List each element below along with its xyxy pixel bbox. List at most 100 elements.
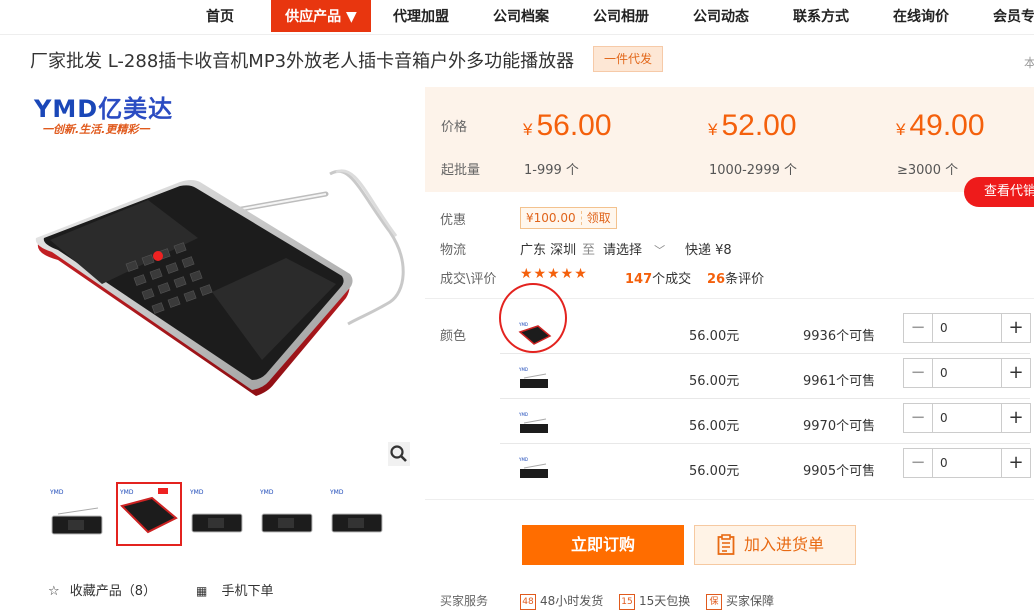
decrement-button[interactable]: − xyxy=(904,404,933,432)
variant-row: YMD 56.00元 9936个可售 − 0 + xyxy=(500,310,1034,354)
quantity-input[interactable]: 0 xyxy=(940,359,948,387)
service-item[interactable]: 15 15天包换 xyxy=(619,592,690,610)
quantity-stepper: − 0 + xyxy=(903,448,1031,478)
svg-text:YMD: YMD xyxy=(119,489,134,496)
variant-thumbnail[interactable]: YMD xyxy=(518,410,552,436)
reviews-number: 26 xyxy=(707,272,726,287)
product-title: 厂家批发 L-288插卡收音机MP3外放老人插卡音箱户外多功能播放器 xyxy=(30,51,575,72)
coupon-value: ¥100.00 xyxy=(526,211,576,225)
ship-to: 至 xyxy=(582,243,596,258)
logistics-label: 物流 xyxy=(440,243,467,258)
tier-price: ¥52.00 xyxy=(708,109,797,142)
product-main-image[interactable] xyxy=(30,152,410,400)
tier-qty: 1-999 个 xyxy=(524,163,579,178)
service-item[interactable]: 48 48小时发货 xyxy=(520,592,603,610)
quantity-input[interactable]: 0 xyxy=(940,449,948,477)
magnifier-icon xyxy=(390,445,407,462)
offer-label: 优惠 xyxy=(440,213,467,228)
tier-price: ¥56.00 xyxy=(523,109,612,142)
favorite-label: 收藏产品（8） xyxy=(69,584,157,599)
nav-products[interactable]: 供应产品 ▼ xyxy=(271,0,371,32)
row-divider xyxy=(500,353,1030,354)
gallery-thumb[interactable]: YMD xyxy=(328,484,390,544)
tier-qty: ≥3000 个 xyxy=(897,163,959,178)
gallery-thumb[interactable]: YMD xyxy=(116,482,182,546)
variant-price: 56.00元 xyxy=(689,464,740,479)
brand-logo: YMD亿美达 一创新.生活.更精彩一 xyxy=(34,89,184,141)
nav-company-profile[interactable]: 公司档案 xyxy=(493,0,549,32)
quantity-input[interactable]: 0 xyxy=(940,404,948,432)
nav-member[interactable]: 会员专 xyxy=(993,0,1034,32)
logo-slogan: 一创新.生活.更精彩一 xyxy=(42,123,150,136)
variant-price: 56.00元 xyxy=(689,329,740,344)
coupon-claim[interactable]: 领取 xyxy=(580,211,616,225)
color-label: 颜色 xyxy=(440,329,467,344)
tier-qty: 1000-2999 个 xyxy=(709,163,797,178)
variant-row: YMD 56.00元 9970个可售 − 0 + xyxy=(500,400,1034,444)
gallery-thumb[interactable]: YMD xyxy=(188,484,250,544)
quantity-input[interactable]: 0 xyxy=(940,314,948,342)
variant-price: 56.00元 xyxy=(689,374,740,389)
coupon[interactable]: ¥100.00 领取 xyxy=(520,207,617,229)
variant-thumbnail[interactable]: YMD xyxy=(518,365,552,391)
zoom-button[interactable] xyxy=(388,442,410,466)
quantity-stepper: − 0 + xyxy=(903,358,1031,388)
shield-icon: 保 xyxy=(706,593,722,610)
nav-home[interactable]: 首页 xyxy=(206,0,234,32)
divider xyxy=(425,499,1034,500)
deals-number: 147 xyxy=(625,272,653,287)
decrement-button[interactable]: − xyxy=(904,449,933,477)
mobile-order-label: 手机下单 xyxy=(221,584,274,599)
svg-text:YMD: YMD xyxy=(518,367,528,372)
add-to-cart-label: 加入进货单 xyxy=(744,535,825,554)
decrement-button[interactable]: − xyxy=(904,314,933,342)
gallery-thumb[interactable]: YMD xyxy=(48,484,110,544)
services-label: 买家服务 xyxy=(440,594,489,608)
svg-text:YMD: YMD xyxy=(329,489,344,496)
mobile-order-link[interactable]: ▦ 手机下单 xyxy=(196,580,274,599)
nav-contact[interactable]: 联系方式 xyxy=(793,0,849,32)
variant-price: 56.00元 xyxy=(689,419,740,434)
shipping-fee: 快递 ¥8 xyxy=(685,243,732,258)
nav-company-album[interactable]: 公司相册 xyxy=(593,0,649,32)
exchange-icon: 15 xyxy=(619,593,635,610)
ship-origin: 广东 深圳 xyxy=(520,243,577,258)
rating-stars: ★★★★★ xyxy=(520,266,588,282)
highlight-circle xyxy=(499,283,567,353)
variant-stock: 9936个可售 xyxy=(803,329,876,344)
dropship-badge[interactable]: 一件代发 xyxy=(593,46,663,72)
increment-button[interactable]: + xyxy=(1001,359,1030,387)
decrement-button[interactable]: − xyxy=(904,359,933,387)
top-navigation: 首页 供应产品 ▼ 代理加盟 公司档案 公司相册 公司动态 联系方式 在线询价 … xyxy=(0,0,1034,35)
increment-button[interactable]: + xyxy=(1001,314,1030,342)
service-item[interactable]: 保买家保障 xyxy=(706,592,774,610)
increment-button[interactable]: + xyxy=(1001,404,1030,432)
svg-text:YMD: YMD xyxy=(518,412,528,417)
destination-select[interactable]: 请选择 ﹀ xyxy=(603,239,665,258)
logo-chinese: 亿美达 xyxy=(98,95,174,123)
favorite-product-link[interactable]: ☆ 收藏产品（8） xyxy=(48,580,156,599)
gallery-thumb[interactable]: YMD xyxy=(258,484,320,544)
nav-inquiry[interactable]: 在线询价 xyxy=(893,0,949,32)
reviews-count[interactable]: 26条评价 xyxy=(707,268,764,287)
nav-agency[interactable]: 代理加盟 xyxy=(393,0,449,32)
add-to-cart-button[interactable]: 加入进货单 xyxy=(694,525,856,565)
variant-stock: 9970个可售 xyxy=(803,419,876,434)
view-dropship-button[interactable]: 查看代销 xyxy=(964,177,1034,207)
svg-text:YMD: YMD xyxy=(49,489,64,496)
svg-text:YMD: YMD xyxy=(259,489,274,496)
variant-thumbnail[interactable]: YMD xyxy=(518,455,552,481)
nav-company-news[interactable]: 公司动态 xyxy=(693,0,749,32)
order-now-button[interactable]: 立即订购 xyxy=(522,525,684,565)
star-icon: ☆ xyxy=(48,584,60,599)
deals-count[interactable]: 147个成交 xyxy=(625,268,691,287)
quantity-stepper: − 0 + xyxy=(903,313,1031,343)
price-panel: 价格 起批量 ¥56.00 ¥52.00 ¥49.00 1-999 个 1000… xyxy=(425,87,1034,192)
chevron-down-icon: ﹀ xyxy=(654,244,666,257)
row-divider xyxy=(500,443,1030,444)
variant-row: YMD 56.00元 9961个可售 − 0 + xyxy=(500,355,1034,399)
row-divider xyxy=(500,398,1030,399)
tier-price: ¥49.00 xyxy=(896,109,985,142)
logo-latin: YMD xyxy=(34,95,99,123)
increment-button[interactable]: + xyxy=(1001,449,1030,477)
